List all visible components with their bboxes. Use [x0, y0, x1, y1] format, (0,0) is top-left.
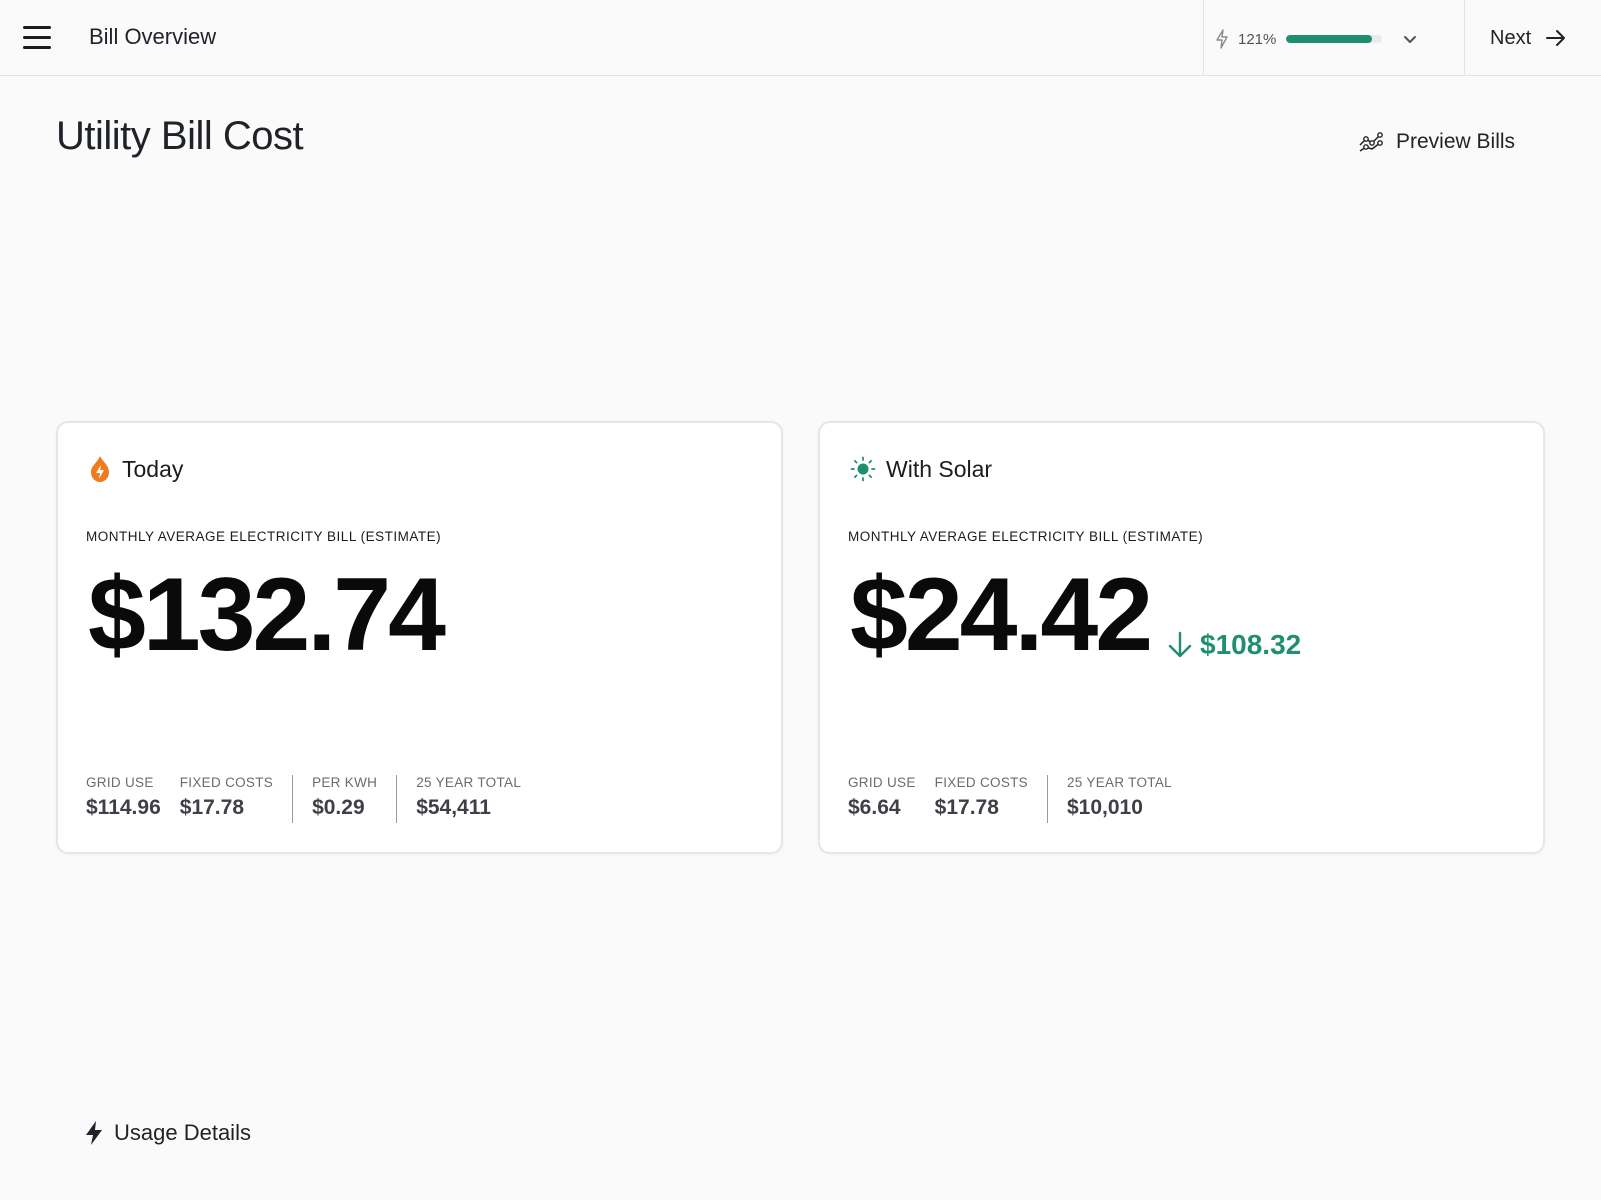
stat-value: $54,411: [416, 796, 491, 819]
stat-per-kwh: PER KWH $0.29: [312, 775, 377, 820]
stat-grid-use: GRID USE $6.64: [848, 775, 916, 820]
bolt-icon: [1216, 29, 1228, 49]
savings-badge: $108.32: [1166, 629, 1301, 661]
arrow-right-icon: [1546, 30, 1566, 46]
progress-dropdown[interactable]: 121%: [1214, 20, 1432, 58]
solar-monthly-amount: $24.42: [850, 557, 1153, 673]
lightning-icon: [86, 1121, 102, 1145]
stat-grid-use: GRID USE $114.96: [86, 775, 161, 820]
stat-label: 25 YEAR TOTAL: [416, 775, 522, 790]
savings-amount: $108.32: [1200, 629, 1302, 660]
stat-fixed-costs: FIXED COSTS $17.78: [180, 775, 273, 820]
header-divider: [1203, 0, 1204, 76]
today-stats: GRID USE $114.96 FIXED COSTS $17.78 PER …: [86, 775, 540, 823]
solar-card: With Solar MONTHLY AVERAGE ELECTRICITY B…: [818, 421, 1545, 854]
stat-divider: [292, 775, 294, 823]
page-title: Utility Bill Cost: [56, 114, 304, 158]
arrow-down-icon: [1168, 631, 1192, 658]
hamburger-menu-icon[interactable]: [20, 24, 54, 52]
stat-25-year-total: 25 YEAR TOTAL $10,010: [1067, 775, 1172, 820]
sun-icon: [850, 456, 876, 482]
stat-divider: [1046, 775, 1048, 823]
stat-value: $17.78: [179, 796, 244, 819]
stat-value: $10,010: [1066, 796, 1143, 819]
preview-bills-button[interactable]: Preview Bills: [1358, 126, 1515, 158]
today-monthly-amount: $132.74: [88, 557, 446, 673]
next-button[interactable]: Next: [1490, 24, 1567, 52]
stat-divider: [396, 775, 398, 823]
stat-label: GRID USE: [848, 775, 916, 790]
solar-card-subtitle: MONTHLY AVERAGE ELECTRICITY BILL (ESTIMA…: [848, 529, 1204, 544]
solar-stats: GRID USE $6.64 FIXED COSTS $17.78 25 YEA…: [848, 775, 1191, 823]
chevron-down-icon: [1404, 36, 1416, 43]
header-divider: [1464, 0, 1465, 76]
next-label: Next: [1490, 26, 1532, 49]
progress-percent: 121%: [1238, 30, 1277, 48]
stat-label: FIXED COSTS: [179, 775, 274, 790]
stat-label: FIXED COSTS: [934, 775, 1028, 790]
stat-value: $17.78: [934, 796, 999, 819]
solar-card-title: With Solar: [886, 455, 993, 482]
top-bar: Bill Overview 121% Next: [0, 0, 1601, 76]
progress-bar: [1286, 35, 1382, 43]
usage-details-label: Usage Details: [114, 1120, 251, 1145]
stat-label: GRID USE: [86, 775, 154, 790]
stat-value: $6.64: [848, 796, 901, 819]
app-title: Bill Overview: [89, 24, 217, 49]
today-card-title: Today: [122, 455, 184, 482]
stat-25-year-total: 25 YEAR TOTAL $54,411: [416, 775, 521, 820]
stat-label: PER KWH: [312, 775, 378, 790]
today-card-subtitle: MONTHLY AVERAGE ELECTRICITY BILL (ESTIMA…: [86, 529, 442, 544]
stat-value: $114.96: [86, 796, 161, 819]
usage-details-button[interactable]: Usage Details: [84, 1120, 251, 1146]
today-card-header: Today: [88, 453, 183, 485]
stat-fixed-costs: FIXED COSTS $17.78: [935, 775, 1028, 820]
stat-label: 25 YEAR TOTAL: [1066, 775, 1172, 790]
stat-value: $0.29: [312, 796, 365, 819]
flame-icon: [91, 456, 109, 482]
today-card: Today MONTHLY AVERAGE ELECTRICITY BILL (…: [56, 421, 783, 854]
preview-bills-label: Preview Bills: [1396, 130, 1516, 153]
chart-nodes-icon: [1359, 132, 1383, 152]
solar-card-header: With Solar: [850, 453, 992, 485]
progress-bar-fill: [1286, 35, 1373, 43]
